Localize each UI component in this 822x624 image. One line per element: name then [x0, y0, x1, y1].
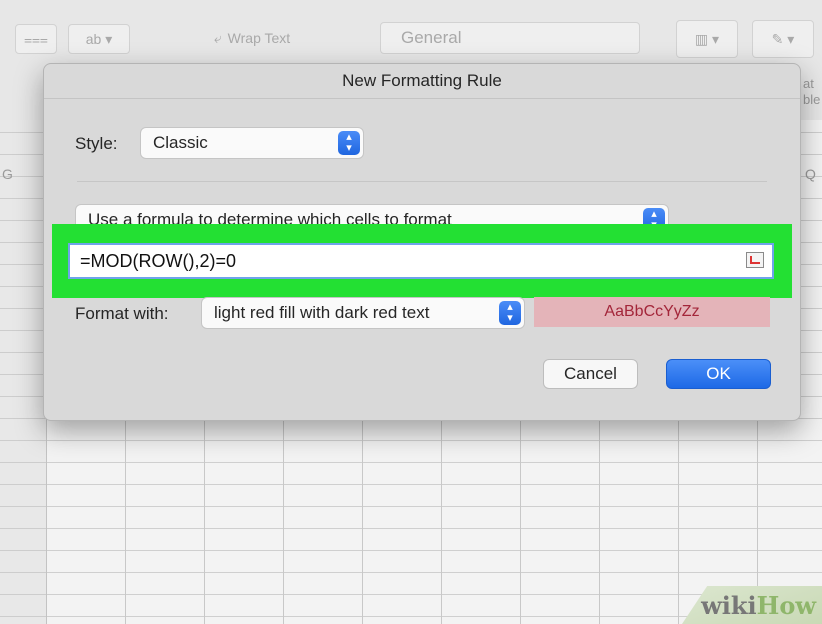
style-select-value: Classic — [153, 133, 208, 152]
column-header-left: G — [2, 166, 13, 182]
wrap-text-button[interactable]: ⤶ Wrap Text — [182, 24, 322, 52]
number-format-select[interactable]: General — [380, 22, 640, 54]
ok-button[interactable]: OK — [666, 359, 771, 389]
ribbon-right-label-1: at — [803, 76, 814, 91]
wrap-text-icon: ⤶ — [213, 29, 222, 46]
watermark-part2: How — [756, 590, 816, 620]
dialog-divider — [77, 181, 767, 182]
formula-text: =MOD(ROW(),2)=0 — [80, 251, 237, 271]
collapse-dialog-icon[interactable] — [746, 252, 764, 268]
number-format-value: General — [401, 28, 462, 47]
row-headers — [0, 120, 47, 624]
stepper-icon: ▴▾ — [338, 131, 360, 155]
format-preview: AaBbCcYyZz — [534, 297, 770, 327]
style-label: Style: — [75, 134, 118, 153]
style-select[interactable]: Classic ▴ ▾ — [140, 127, 364, 159]
new-formatting-rule-dialog: New Formatting Rule Style: Classic ▴ ▾ Us… — [43, 63, 801, 421]
cancel-button[interactable]: Cancel — [543, 359, 638, 389]
column-header-right: Q — [805, 166, 816, 182]
align-button[interactable]: ⩶ — [15, 24, 57, 54]
format-with-select[interactable]: light red fill with dark red text ▴ ▾ — [201, 297, 525, 329]
format-with-value: light red fill with dark red text — [214, 303, 430, 322]
format-with-label: Format with: — [75, 304, 169, 323]
format-preview-text: AaBbCcYyZz — [604, 303, 700, 320]
conditional-format-button[interactable]: ▥ ▾ — [676, 20, 738, 58]
wrap-text-label: Wrap Text — [227, 30, 291, 46]
stepper-icon: ▴▾ — [499, 301, 521, 325]
orientation-button[interactable]: ab ▾ — [68, 24, 130, 54]
ribbon-right-label-2: ble — [803, 92, 821, 107]
formula-input[interactable]: =MOD(ROW(),2)=0 — [68, 243, 774, 279]
dialog-title: New Formatting Rule — [44, 64, 800, 99]
format-table-button[interactable]: ✎ ▾ — [752, 20, 814, 58]
watermark-part1: wiki — [701, 590, 757, 620]
